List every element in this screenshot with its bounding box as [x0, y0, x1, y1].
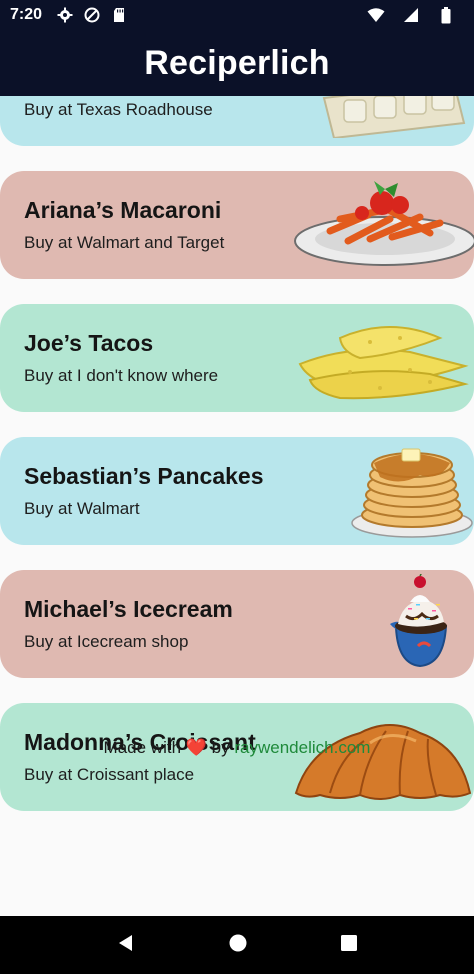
recipe-card-macaroni[interactable]: Ariana’s Macaroni Buy at Walmart and Tar…	[0, 171, 474, 279]
pancakes-icon	[351, 448, 473, 538]
recipe-card-steaks[interactable]: Buy at Texas Roadhouse	[0, 96, 474, 146]
sd-card-icon	[110, 6, 128, 24]
footer-made-with: Made with	[103, 738, 182, 757]
recipe-list[interactable]: Buy at Texas Roadhouse Ariana’s Macaroni…	[0, 96, 474, 916]
recipe-subtitle: Buy at I don't know where	[24, 366, 219, 385]
icecream-sundae-icon	[390, 574, 448, 668]
recipe-card-icecream[interactable]: Michael’s Icecream Buy at Icecream shop	[0, 570, 474, 678]
pasta-plate-icon	[294, 181, 474, 266]
recipe-card-pancakes[interactable]: Sebastian’s Pancakes Buy at Walmart	[0, 437, 474, 545]
footer-by: by	[211, 738, 230, 757]
recipe-subtitle: Buy at Walmart and Target	[24, 233, 225, 252]
eggs-carton-icon	[322, 96, 466, 138]
signal-icon	[402, 6, 420, 24]
recipe-title: Ariana’s Macaroni	[24, 197, 222, 223]
navigation-bar	[0, 916, 474, 974]
recipe-title: Michael’s Icecream	[24, 596, 233, 622]
app-title: Reciperlich	[144, 43, 330, 82]
wifi-icon	[367, 6, 385, 24]
recipe-subtitle: Buy at Walmart	[24, 499, 140, 518]
back-triangle-icon[interactable]	[116, 933, 136, 958]
recipe-subtitle: Buy at Icecream shop	[24, 632, 189, 651]
footer-link[interactable]: raywendelich.com	[234, 738, 370, 757]
status-time: 7:20	[10, 6, 43, 23]
footer: Made with ❤️ by raywendelich.com	[0, 738, 474, 758]
app-bar: Reciperlich	[0, 30, 474, 96]
recents-square-icon[interactable]	[340, 934, 358, 957]
battery-icon	[437, 6, 455, 24]
do-not-disturb-icon	[83, 6, 101, 24]
home-circle-icon[interactable]	[228, 933, 248, 958]
recipe-subtitle: Buy at Croissant place	[24, 765, 195, 784]
heart-icon: ❤️	[185, 738, 207, 757]
settings-gear-icon	[56, 6, 74, 24]
recipe-title: Sebastian’s Pancakes	[24, 463, 264, 489]
recipe-subtitle: Buy at Texas Roadhouse	[24, 100, 213, 119]
status-bar: 7:20	[0, 0, 474, 30]
recipe-card-tacos[interactable]: Joe’s Tacos Buy at I don't know where	[0, 304, 474, 412]
tacos-icon	[298, 326, 469, 400]
recipe-title: Joe’s Tacos	[24, 330, 154, 356]
